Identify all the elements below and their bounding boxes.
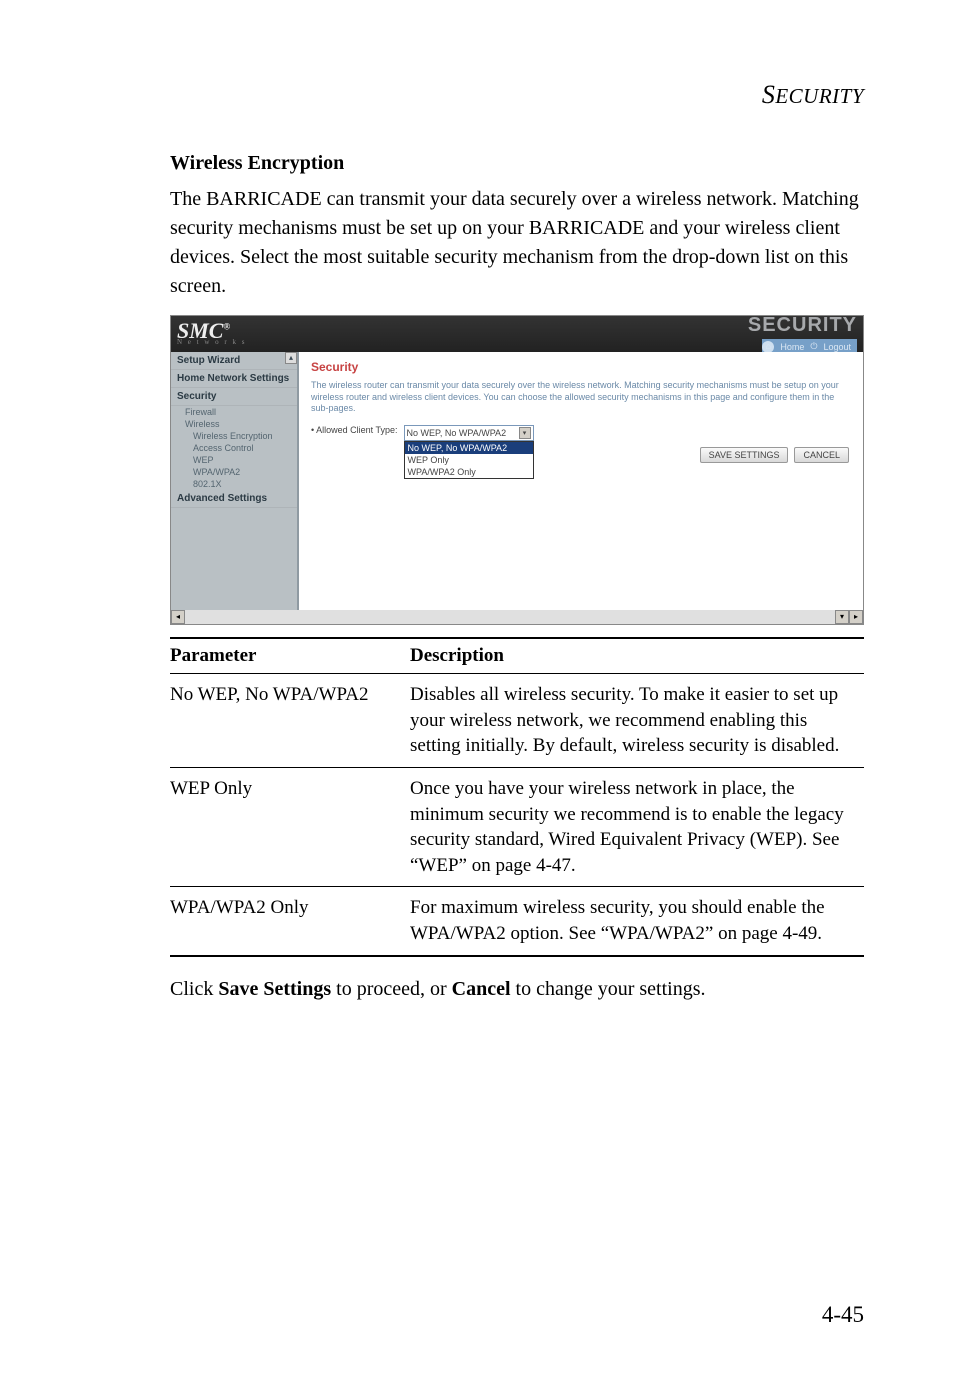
intro-paragraph: The BARRICADE can transmit your data sec… <box>170 185 864 301</box>
scroll-right-icon[interactable]: ▸ <box>849 610 863 624</box>
bottom-scrollbar: ◂ ▾ ▸ <box>171 610 863 624</box>
sidebar-item-8021x[interactable]: 802.1X <box>171 478 297 490</box>
home-link[interactable]: Home <box>780 342 804 352</box>
cancel-text: Cancel <box>452 978 511 1000</box>
router-admin-screenshot: SMC® N e t w o r k s SECURITY ⌂ Home ⏻ L… <box>170 315 864 625</box>
section-heading: Wireless Encryption <box>170 152 864 175</box>
dropdown-option[interactable]: WEP Only <box>405 454 533 466</box>
closing-text: to proceed, or <box>331 978 452 1000</box>
dropdown-option[interactable]: WPA/WPA2 Only <box>405 466 533 478</box>
home-icon[interactable]: ⌂ <box>762 341 774 353</box>
parameter-table: Parameter Description No WEP, No WPA/WPA… <box>170 637 864 957</box>
closing-text: to change your settings. <box>511 978 706 1000</box>
chevron-down-icon[interactable]: ▾ <box>519 427 531 439</box>
sidebar-item-security[interactable]: Security <box>171 388 297 406</box>
reg-mark: ® <box>223 322 230 332</box>
logo-subtext: N e t w o r k s <box>177 340 246 346</box>
sidebar-item-wireless-encryption[interactable]: Wireless Encryption <box>171 430 297 442</box>
save-settings-button[interactable]: SAVE SETTINGS <box>700 447 789 463</box>
sidebar-item-access-control[interactable]: Access Control <box>171 442 297 454</box>
sidebar-item-advanced[interactable]: Advanced Settings <box>171 490 297 508</box>
sidebar-item-firewall[interactable]: Firewall <box>171 406 297 418</box>
page-header-rest: ECURITY <box>775 84 864 108</box>
desc-cell: Once you have your wireless network in p… <box>410 767 864 887</box>
desc-cell: Disables all wireless security. To make … <box>410 674 864 768</box>
page-number: 4-45 <box>822 1302 864 1328</box>
content-description: The wireless router can transmit your da… <box>311 380 851 415</box>
col-header-parameter: Parameter <box>170 638 410 674</box>
dropdown-list: No WEP, No WPA/WPA2 WEP Only WPA/WPA2 On… <box>404 441 534 479</box>
top-title: SECURITY <box>748 315 857 337</box>
allowed-client-type-select[interactable]: No WEP, No WPA/WPA2 ▾ <box>404 425 534 441</box>
table-row: No WEP, No WPA/WPA2 Disables all wireles… <box>170 674 864 768</box>
page-header: SECURITY <box>170 80 864 110</box>
param-cell: WPA/WPA2 Only <box>170 887 410 956</box>
dropdown-option[interactable]: No WEP, No WPA/WPA2 <box>405 442 533 454</box>
sidebar-item-wpa-wpa2[interactable]: WPA/WPA2 <box>171 466 297 478</box>
scroll-left-icon[interactable]: ◂ <box>171 610 185 624</box>
content-heading: Security <box>311 360 851 374</box>
save-settings-text: Save Settings <box>218 978 331 1000</box>
cancel-button[interactable]: CANCEL <box>794 447 849 463</box>
allowed-client-type-label: Allowed Client Type: <box>311 425 398 435</box>
sidebar: ▴ Setup Wizard Home Network Settings Sec… <box>171 352 299 610</box>
closing-paragraph: Click Save Settings to proceed, or Cance… <box>170 975 864 1004</box>
desc-cell: For maximum wireless security, you shoul… <box>410 887 864 956</box>
col-header-description: Description <box>410 638 864 674</box>
smc-logo: SMC® N e t w o r k s <box>177 322 246 345</box>
scroll-down-icon[interactable]: ▾ <box>835 610 849 624</box>
logout-icon[interactable]: ⏻ <box>810 341 817 352</box>
action-buttons: SAVE SETTINGS CANCEL <box>700 447 849 463</box>
sidebar-item-home-network[interactable]: Home Network Settings <box>171 370 297 388</box>
table-row: WEP Only Once you have your wireless net… <box>170 767 864 887</box>
topbar: SMC® N e t w o r k s SECURITY ⌂ Home ⏻ L… <box>171 316 863 352</box>
sidebar-item-wireless[interactable]: Wireless <box>171 418 297 430</box>
param-cell: No WEP, No WPA/WPA2 <box>170 674 410 768</box>
sidebar-item-wep[interactable]: WEP <box>171 454 297 466</box>
param-cell: WEP Only <box>170 767 410 887</box>
content-pane: Security The wireless router can transmi… <box>299 352 863 610</box>
scroll-up-icon[interactable]: ▴ <box>285 352 297 364</box>
page-header-first: S <box>762 80 776 109</box>
closing-text: Click <box>170 978 218 1000</box>
table-row: WPA/WPA2 Only For maximum wireless secur… <box>170 887 864 956</box>
sidebar-item-setup-wizard[interactable]: Setup Wizard <box>171 352 297 370</box>
screenshot-body: ▴ Setup Wizard Home Network Settings Sec… <box>171 352 863 610</box>
select-value: No WEP, No WPA/WPA2 <box>407 428 507 438</box>
logout-link[interactable]: Logout <box>823 342 851 352</box>
